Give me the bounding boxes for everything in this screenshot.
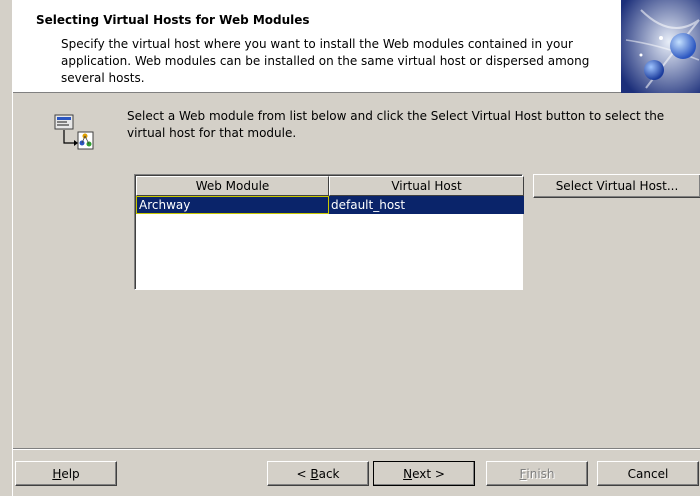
globe-sparkle-icon xyxy=(621,0,700,93)
help-label: elp xyxy=(61,466,80,481)
wizard-dialog: Selecting Virtual Hosts for Web Modules … xyxy=(12,0,700,496)
help-button[interactable]: Help xyxy=(15,461,117,486)
finish-mnemonic: F xyxy=(519,466,527,481)
web-module-cell[interactable]: Archway xyxy=(136,196,329,214)
back-mnemonic: B xyxy=(310,466,319,481)
page-title: Selecting Virtual Hosts for Web Modules xyxy=(36,13,310,27)
footer-divider xyxy=(13,448,700,450)
web-module-table[interactable]: Web Module Virtual Host Archway default_… xyxy=(134,174,524,290)
module-to-host-icon xyxy=(54,114,94,150)
virtual-host-cell[interactable]: default_host xyxy=(329,196,524,214)
back-prefix: < xyxy=(296,466,311,481)
next-label: ext > xyxy=(412,466,445,481)
wizard-header: Selecting Virtual Hosts for Web Modules … xyxy=(13,0,700,93)
next-mnemonic: N xyxy=(403,466,413,481)
back-button[interactable]: < Back xyxy=(267,461,369,486)
column-header-web-module[interactable]: Web Module xyxy=(136,176,329,196)
help-mnemonic: H xyxy=(52,466,62,481)
table-header: Web Module Virtual Host xyxy=(136,176,524,196)
page-description: Specify the virtual host where you want … xyxy=(61,37,590,85)
finish-button[interactable]: Finish xyxy=(486,461,588,486)
finish-label: inish xyxy=(526,466,555,481)
back-label: ack xyxy=(318,466,340,481)
cancel-button[interactable]: Cancel xyxy=(597,461,699,486)
instruction-text: Select a Web module from list below and … xyxy=(127,109,665,140)
select-virtual-host-button[interactable]: Select Virtual Host... xyxy=(533,174,700,198)
table-row[interactable]: Archway default_host xyxy=(136,196,524,214)
column-header-virtual-host[interactable]: Virtual Host xyxy=(329,176,524,196)
next-button[interactable]: Next > xyxy=(373,461,475,486)
